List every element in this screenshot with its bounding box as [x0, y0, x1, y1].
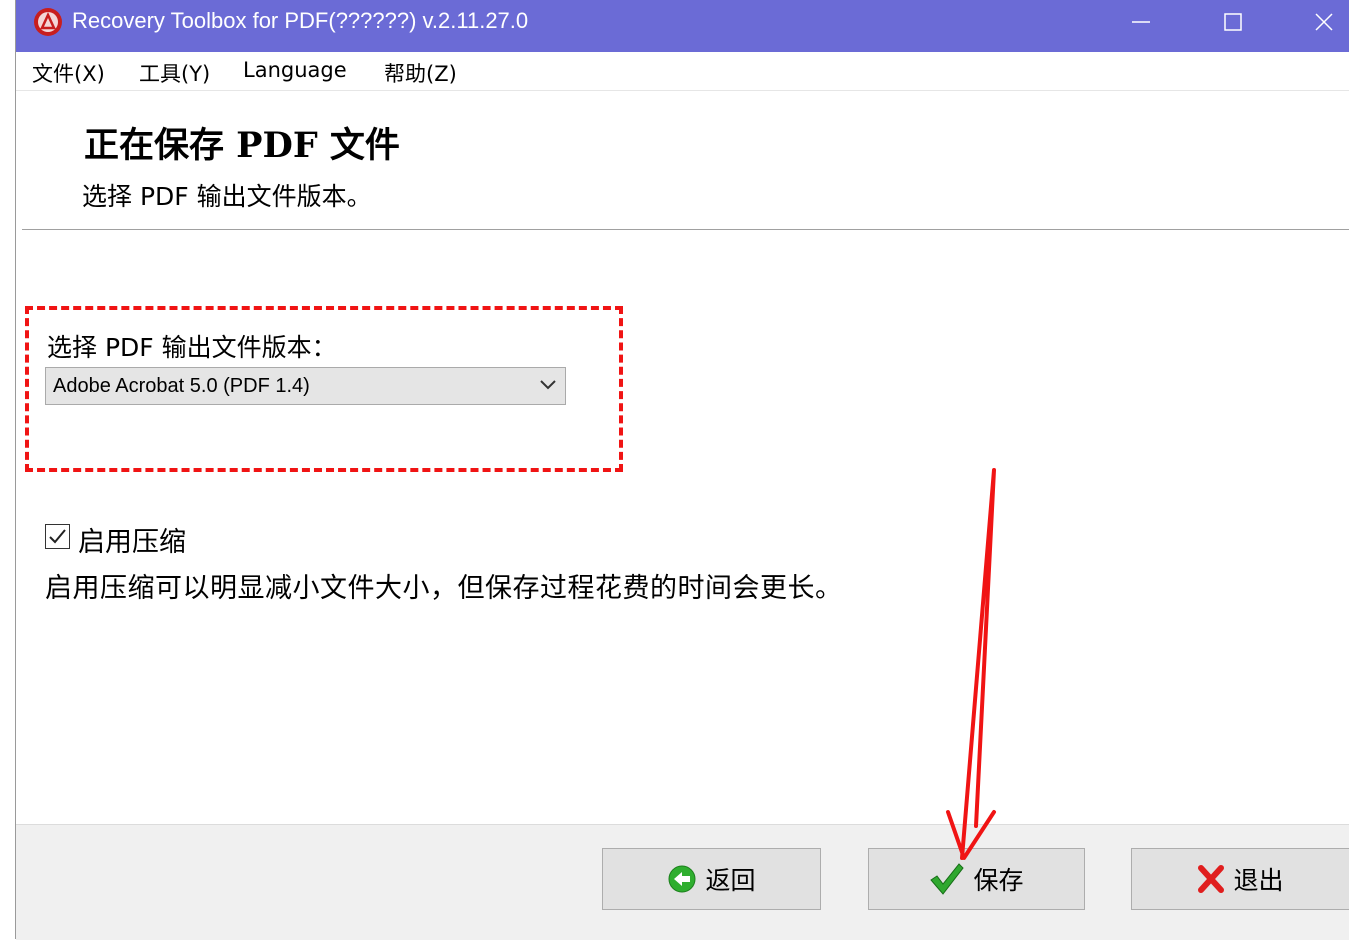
back-button[interactable]: 返回 [602, 848, 821, 910]
page-subtitle: 选择 PDF 输出文件版本。 [82, 182, 372, 211]
menu-language[interactable]: Language [239, 58, 351, 82]
menu-tools[interactable]: 工具(Y) [135, 58, 214, 88]
chevron-down-icon [540, 380, 556, 390]
window-title: Recovery Toolbox for PDF(??????) v.2.11.… [72, 8, 529, 33]
close-button[interactable] [1294, 0, 1354, 44]
save-button-label: 保存 [973, 866, 1024, 895]
pdf-version-selected-value: Adobe Acrobat 5.0 (PDF 1.4) [53, 375, 310, 397]
minimize-icon [1132, 21, 1150, 23]
wizard-footer: 返回 保存 退出 [16, 824, 1349, 940]
checkmark-icon [49, 529, 66, 544]
red-x-icon [1198, 865, 1225, 893]
wizard-header: 正在保存 PDF 文件 选择 PDF 输出文件版本。 [16, 91, 1349, 229]
menu-bar: 文件(X) 工具(Y) Language 帮助(Z) [16, 52, 1349, 91]
arrow-left-circle-icon [668, 865, 696, 893]
exit-button-label: 退出 [1233, 866, 1284, 895]
version-label: 选择 PDF 输出文件版本： [47, 333, 337, 362]
compression-description: 启用压缩可以明显减小文件大小，但保存过程花费的时间会更长。 [45, 573, 843, 604]
title-bar[interactable]: Recovery Toolbox for PDF(??????) v.2.11.… [16, 0, 1349, 52]
save-button[interactable]: 保存 [868, 848, 1085, 910]
close-icon [1315, 13, 1333, 31]
pdf-version-select[interactable]: Adobe Acrobat 5.0 (PDF 1.4) [45, 367, 566, 405]
maximize-icon [1224, 13, 1242, 31]
menu-file[interactable]: 文件(X) [28, 58, 109, 88]
exit-button[interactable]: 退出 [1131, 848, 1349, 910]
back-button-label: 返回 [705, 866, 756, 895]
green-checkmark-icon [930, 863, 965, 895]
page-title: 正在保存 PDF 文件 [84, 125, 400, 166]
maximize-button[interactable] [1203, 0, 1263, 44]
minimize-button[interactable] [1111, 0, 1171, 44]
app-logo-icon [34, 8, 62, 36]
compression-checkbox[interactable] [45, 524, 70, 549]
header-divider [22, 229, 1349, 231]
menu-help[interactable]: 帮助(Z) [380, 58, 461, 88]
compression-label[interactable]: 启用压缩 [78, 520, 186, 559]
app-window: Recovery Toolbox for PDF(??????) v.2.11.… [15, 0, 1349, 940]
